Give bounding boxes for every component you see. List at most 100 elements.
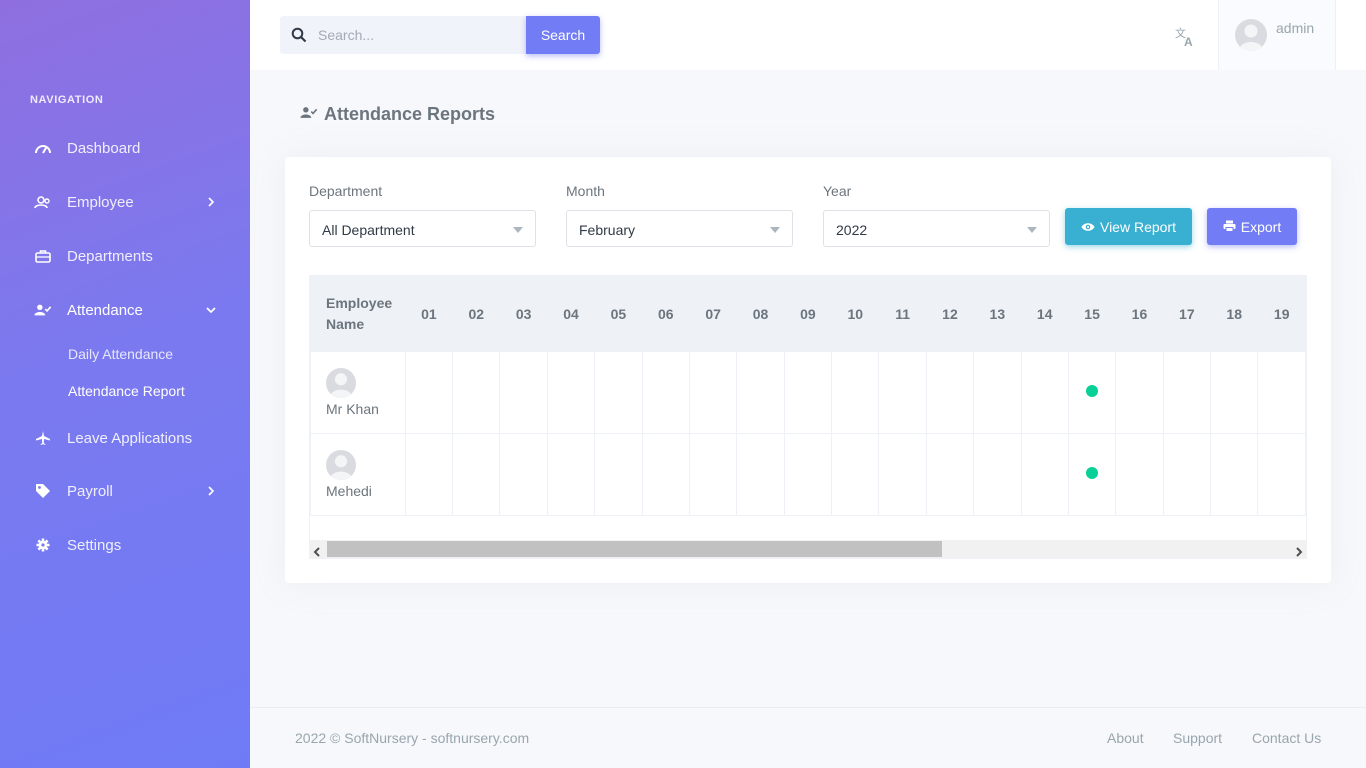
day-cell <box>499 351 548 434</box>
sidebar-item-label: Departments <box>67 247 153 265</box>
day-cell <box>831 351 880 434</box>
airplane-icon <box>34 429 52 447</box>
day-cell <box>925 351 975 434</box>
caret-down-icon <box>513 227 523 233</box>
sidebar-item-leave-applications[interactable]: Leave Applications <box>0 420 250 456</box>
gauge-icon <box>34 139 52 157</box>
translate-icon[interactable]: 文A <box>1174 24 1198 53</box>
chevron-down-icon <box>205 304 217 316</box>
day-cell <box>452 433 501 516</box>
sidebar-item-employee[interactable]: Employee <box>0 184 250 220</box>
day-cell <box>1067 433 1117 516</box>
day-cell <box>925 433 975 516</box>
employee-name: Mr Khan <box>326 401 379 417</box>
sidebar-subitem-daily-attendance[interactable]: Daily Attendance <box>68 346 173 362</box>
year-select[interactable]: 2022 <box>823 210 1050 247</box>
page-title-row: Attendance Reports <box>300 104 495 125</box>
attendance-table-wrapper[interactable]: Employee Name 01 02 03 04 05 06 07 08 09 10 11 12 13… <box>309 275 1307 559</box>
day-cell <box>1115 351 1164 434</box>
footer: 2022 © SoftNursery - softnursery.com Abo… <box>250 707 1366 768</box>
day-header: 11 <box>878 276 927 352</box>
employee-header-line2: Name <box>326 316 365 332</box>
day-cell <box>1067 351 1117 434</box>
day-header: 12 <box>925 276 975 352</box>
month-select[interactable]: February <box>566 210 793 247</box>
day-cell <box>1020 351 1069 434</box>
department-select[interactable]: All Department <box>309 210 536 247</box>
day-cell <box>452 351 501 434</box>
sidebar-subitem-attendance-report[interactable]: Attendance Report <box>68 383 185 399</box>
eye-icon <box>1081 219 1095 235</box>
day-header: 15 <box>1067 276 1117 352</box>
day-header: 06 <box>641 276 690 352</box>
sidebar-item-departments[interactable]: Departments <box>0 238 250 274</box>
topbar: Search 文A admin <box>250 0 1366 70</box>
sidebar-item-payroll[interactable]: Payroll <box>0 473 250 509</box>
day-cell <box>546 433 596 516</box>
department-label: Department <box>309 183 383 199</box>
year-value: 2022 <box>836 222 868 238</box>
day-header: 05 <box>594 276 643 352</box>
day-cell <box>736 351 785 434</box>
sidebar-item-settings[interactable]: Settings <box>0 527 250 563</box>
employee-cell: Mr Khan <box>310 351 406 434</box>
day-header: 03 <box>499 276 548 352</box>
sidebar: NAVIGATION Dashboard Employee Department… <box>0 0 250 768</box>
footer-link-about[interactable]: About <box>1107 730 1144 746</box>
day-cell <box>1162 351 1212 434</box>
user-menu[interactable]: admin <box>1218 0 1336 70</box>
year-label: Year <box>823 183 852 199</box>
footer-link-support[interactable]: Support <box>1173 730 1222 746</box>
search-icon <box>291 27 307 48</box>
day-cell <box>594 433 643 516</box>
scroll-right-icon[interactable] <box>1295 544 1303 562</box>
day-header: 07 <box>688 276 738 352</box>
day-cell <box>878 351 927 434</box>
scroll-left-icon[interactable] <box>313 544 321 562</box>
export-button[interactable]: Export <box>1207 208 1297 245</box>
day-cell <box>688 351 738 434</box>
users-icon <box>34 193 52 211</box>
day-cell <box>831 433 880 516</box>
day-cell <box>973 351 1022 434</box>
day-header: 17 <box>1162 276 1212 352</box>
sidebar-item-label: Employee <box>67 193 134 211</box>
caret-down-icon <box>770 227 780 233</box>
day-header: 04 <box>546 276 596 352</box>
day-cell <box>973 433 1022 516</box>
footer-copyright: 2022 © SoftNursery - softnursery.com <box>295 730 530 746</box>
search-button[interactable]: Search <box>526 16 600 54</box>
table-row: Mr Khan <box>310 351 1306 434</box>
view-report-button[interactable]: View Report <box>1065 208 1192 245</box>
avatar <box>326 368 356 398</box>
scrollbar-thumb[interactable] <box>327 541 942 557</box>
search-box <box>280 16 526 54</box>
avatar <box>1235 19 1267 51</box>
search-input[interactable] <box>318 16 518 54</box>
sidebar-item-attendance[interactable]: Attendance <box>0 292 250 328</box>
footer-link-contact-us[interactable]: Contact Us <box>1252 730 1321 746</box>
day-cell <box>1210 433 1259 516</box>
sidebar-item-label: Attendance <box>67 301 143 319</box>
chevron-right-icon <box>205 485 217 497</box>
day-cell <box>783 351 833 434</box>
month-value: February <box>579 222 636 238</box>
employee-cell: Mehedi <box>310 433 406 516</box>
day-header: 08 <box>736 276 785 352</box>
present-dot <box>1086 384 1099 397</box>
day-header: 14 <box>1020 276 1069 352</box>
day-cell <box>641 351 690 434</box>
horizontal-scrollbar[interactable] <box>309 540 1307 558</box>
day-cell <box>688 433 738 516</box>
day-cell <box>594 351 643 434</box>
sidebar-item-dashboard[interactable]: Dashboard <box>0 130 250 166</box>
day-header: 19 <box>1257 276 1306 352</box>
day-cell <box>499 433 548 516</box>
day-cell <box>1020 433 1069 516</box>
month-label: Month <box>566 183 605 199</box>
user-name: admin <box>1276 20 1315 36</box>
day-cell <box>1257 433 1306 516</box>
day-cell <box>1257 351 1306 434</box>
day-header: 01 <box>404 276 454 352</box>
day-header: 13 <box>973 276 1022 352</box>
